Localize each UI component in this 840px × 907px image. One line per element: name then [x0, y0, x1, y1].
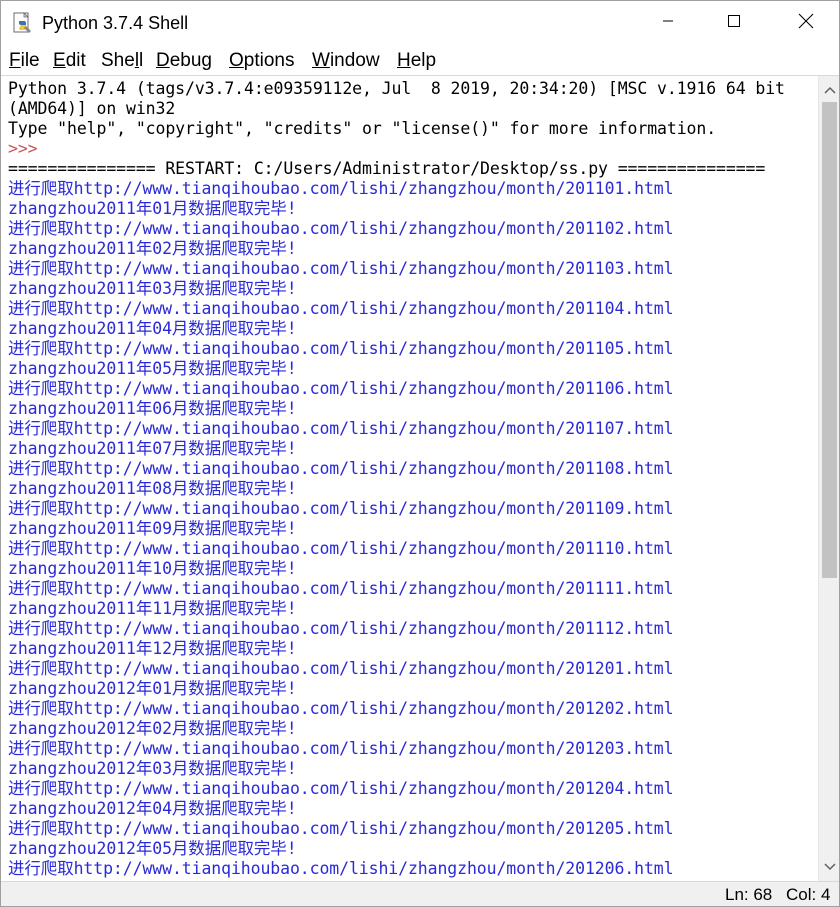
idle-shell-window: Python 3.7.4 Shell File Edit Shell Debug… [0, 0, 840, 907]
shell-output-line: (AMD64)] on win32 [8, 99, 176, 118]
shell-output-line: 进行爬取http://www.tianqihoubao.com/lishi/zh… [8, 179, 674, 198]
shell-output-line: zhangzhou2012年02月数据爬取完毕! [8, 719, 297, 738]
shell-output-line: zhangzhou2011年09月数据爬取完毕! [8, 519, 297, 538]
menu-window[interactable]: Window [312, 49, 380, 73]
shell-output-line: zhangzhou2011年07月数据爬取完毕! [8, 439, 297, 458]
shell-output: Python 3.7.4 (tags/v3.7.4:e09359112e, Ju… [8, 79, 785, 879]
shell-output-line: zhangzhou2011年05月数据爬取完毕! [8, 359, 297, 378]
shell-output-line: 进行爬取http://www.tianqihoubao.com/lishi/zh… [8, 379, 674, 398]
shell-output-line: zhangzhou2011年06月数据爬取完毕! [8, 399, 297, 418]
shell-output-line: 进行爬取http://www.tianqihoubao.com/lishi/zh… [8, 219, 674, 238]
maximize-icon [727, 14, 741, 33]
shell-output-line: 进行爬取http://www.tianqihoubao.com/lishi/zh… [8, 779, 674, 798]
shell-output-line: 进行爬取http://www.tianqihoubao.com/lishi/zh… [8, 339, 674, 358]
title-bar[interactable]: Python 3.7.4 Shell [1, 1, 839, 45]
shell-output-line: 进行爬取http://www.tianqihoubao.com/lishi/zh… [8, 499, 674, 518]
shell-output-line: zhangzhou2011年02月数据爬取完毕! [8, 239, 297, 258]
chevron-down-icon [823, 858, 836, 876]
shell-output-line: zhangzhou2011年11月数据爬取完毕! [8, 599, 297, 618]
menu-file[interactable]: File [9, 49, 40, 73]
shell-output-line: 进行爬取http://www.tianqihoubao.com/lishi/zh… [8, 859, 674, 878]
shell-output-line: 进行爬取http://www.tianqihoubao.com/lishi/zh… [8, 259, 674, 278]
minimize-button[interactable] [645, 1, 691, 45]
shell-output-line: Python 3.7.4 (tags/v3.7.4:e09359112e, Ju… [8, 79, 785, 98]
shell-prompt: >>> [8, 139, 48, 158]
shell-text-area[interactable]: Python 3.7.4 (tags/v3.7.4:e09359112e, Ju… [1, 76, 818, 881]
menu-debug[interactable]: Debug [156, 49, 212, 73]
menu-edit[interactable]: Edit [53, 49, 86, 73]
shell-output-line: 进行爬取http://www.tianqihoubao.com/lishi/zh… [8, 459, 674, 478]
cursor-line-indicator: Ln: 68 [725, 885, 773, 904]
scroll-down-button[interactable] [819, 857, 839, 877]
shell-output-line: zhangzhou2011年04月数据爬取完毕! [8, 319, 297, 338]
status-bar: Ln: 68 Col: 4 [1, 881, 839, 906]
shell-output-line: zhangzhou2011年03月数据爬取完毕! [8, 279, 297, 298]
chevron-up-icon [823, 81, 836, 99]
shell-output-line: zhangzhou2011年12月数据爬取完毕! [8, 639, 297, 658]
scroll-up-button[interactable] [819, 80, 839, 100]
shell-output-line: zhangzhou2012年05月数据爬取完毕! [8, 839, 297, 858]
shell-output-line: 进行爬取http://www.tianqihoubao.com/lishi/zh… [8, 739, 674, 758]
shell-output-line: =============== RESTART: C:/Users/Admini… [8, 159, 766, 178]
menu-help[interactable]: Help [397, 49, 436, 73]
shell-output-line: zhangzhou2011年01月数据爬取完毕! [8, 199, 297, 218]
window-title: Python 3.7.4 Shell [42, 13, 189, 33]
python-idle-icon [13, 12, 33, 34]
menu-shell[interactable]: Shell [101, 49, 143, 73]
close-icon [798, 13, 814, 34]
shell-output-line: 进行爬取http://www.tianqihoubao.com/lishi/zh… [8, 619, 674, 638]
shell-output-line: zhangzhou2012年03月数据爬取完毕! [8, 759, 297, 778]
vertical-scrollbar[interactable] [818, 76, 839, 881]
maximize-button[interactable] [711, 1, 757, 45]
shell-output-line: 进行爬取http://www.tianqihoubao.com/lishi/zh… [8, 659, 674, 678]
shell-output-line: 进行爬取http://www.tianqihoubao.com/lishi/zh… [8, 299, 674, 318]
shell-output-line: zhangzhou2011年10月数据爬取完毕! [8, 559, 297, 578]
shell-output-line: 进行爬取http://www.tianqihoubao.com/lishi/zh… [8, 699, 674, 718]
close-button[interactable] [783, 1, 829, 45]
menu-bar: File Edit Shell Debug Options Window Hel… [1, 45, 839, 76]
shell-output-line: 进行爬取http://www.tianqihoubao.com/lishi/zh… [8, 819, 674, 838]
minimize-icon [662, 14, 674, 32]
shell-output-line: zhangzhou2012年04月数据爬取完毕! [8, 799, 297, 818]
shell-output-line: 进行爬取http://www.tianqihoubao.com/lishi/zh… [8, 539, 674, 558]
shell-output-line: 进行爬取http://www.tianqihoubao.com/lishi/zh… [8, 419, 674, 438]
menu-options[interactable]: Options [229, 49, 294, 73]
cursor-column-indicator: Col: 4 [786, 885, 831, 904]
shell-output-line: 进行爬取http://www.tianqihoubao.com/lishi/zh… [8, 579, 674, 598]
shell-output-line: zhangzhou2012年01月数据爬取完毕! [8, 679, 297, 698]
shell-output-line: Type "help", "copyright", "credits" or "… [8, 119, 717, 138]
scrollbar-thumb[interactable] [822, 102, 837, 578]
shell-output-line: zhangzhou2011年08月数据爬取完毕! [8, 479, 297, 498]
